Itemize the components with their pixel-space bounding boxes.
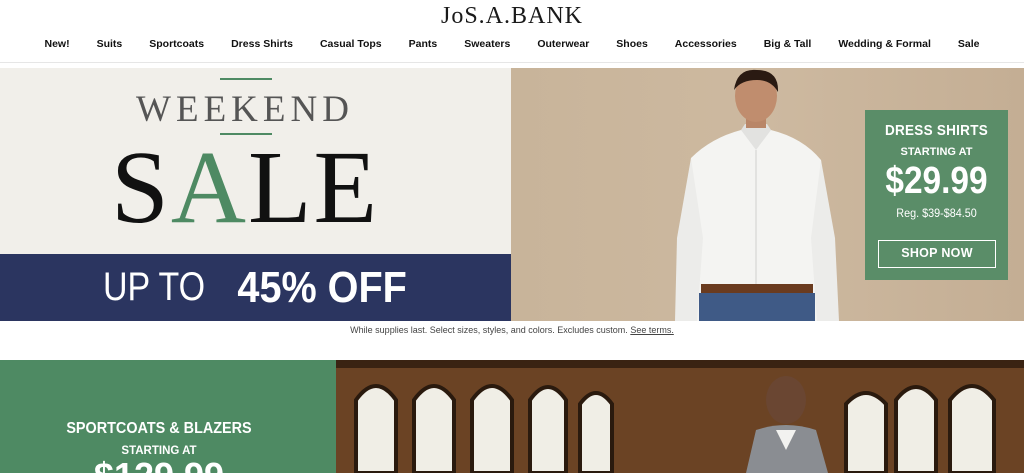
nav-accessories[interactable]: Accessories: [661, 38, 750, 50]
nav-dress-shirts[interactable]: Dress Shirts: [218, 38, 307, 50]
main-nav: New! Suits Sportcoats Dress Shirts Casua…: [0, 38, 1024, 50]
nav-new[interactable]: New!: [31, 38, 83, 50]
nav-casual-tops[interactable]: Casual Tops: [306, 38, 395, 50]
sale-heading: SALE: [110, 130, 379, 245]
promo-disclaimer: While supplies last. Select sizes, style…: [350, 325, 674, 335]
promo-price: $29.99: [885, 160, 988, 202]
trolley-model-image[interactable]: [336, 360, 1024, 473]
promo-regular-price: Reg. $39-$84.50: [896, 206, 977, 220]
nav-sportcoats[interactable]: Sportcoats: [136, 38, 218, 50]
weekend-heading: WEEKEND: [136, 89, 354, 130]
nav-suits[interactable]: Suits: [83, 38, 136, 50]
hero-sale-panel[interactable]: WEEKEND SALE: [0, 68, 511, 254]
trolley-interior-image: [336, 360, 1024, 473]
see-terms-link[interactable]: See terms.: [630, 325, 674, 335]
nav-pants[interactable]: Pants: [395, 38, 451, 50]
dress-shirts-promo[interactable]: DRESS SHIRTS STARTING AT $29.99 Reg. $39…: [865, 110, 1008, 280]
promo-title: DRESS SHIRTS: [884, 122, 988, 139]
top-rule: [220, 78, 272, 80]
model-dress-shirt-image: [675, 69, 839, 321]
nav-sweaters[interactable]: Sweaters: [451, 38, 524, 50]
brand-logo[interactable]: JoS.A.BANK: [0, 3, 1024, 30]
shop-now-button[interactable]: SHOP NOW: [878, 240, 996, 268]
discount-bar[interactable]: UP TO 45% OFF: [0, 254, 511, 321]
discount-text: 45% OFF: [237, 262, 408, 312]
nav-shoes[interactable]: Shoes: [603, 38, 662, 50]
nav-big-tall[interactable]: Big & Tall: [750, 38, 825, 50]
sportcoats-promo-panel[interactable]: SPORTCOATS & BLAZERS STARTING AT $129.99: [0, 360, 336, 473]
upto-text: UP TO: [103, 265, 206, 309]
nav-divider: [0, 62, 1024, 63]
sportcoats-title: SPORTCOATS & BLAZERS: [66, 420, 252, 437]
nav-outerwear[interactable]: Outerwear: [524, 38, 603, 50]
sportcoats-price: $129.99: [0, 458, 318, 473]
promo-starting-label: STARTING AT: [900, 146, 973, 158]
nav-wedding-formal[interactable]: Wedding & Formal: [825, 38, 945, 50]
nav-sale[interactable]: Sale: [944, 38, 993, 50]
